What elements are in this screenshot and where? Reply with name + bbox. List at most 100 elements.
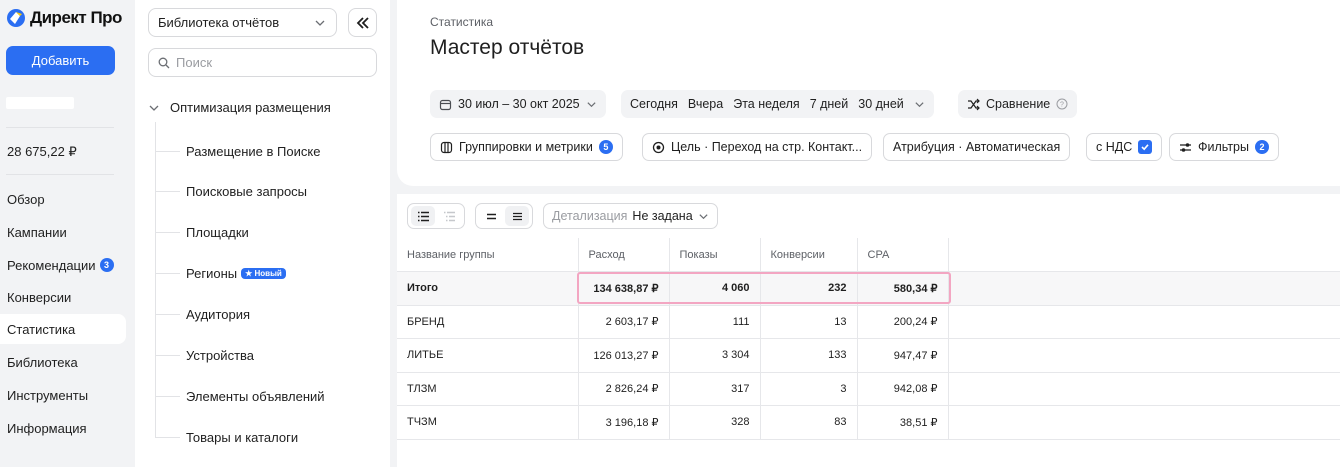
report-item-audience[interactable]: Аудитория — [155, 304, 250, 324]
period-this-week[interactable]: Эта неделя — [733, 97, 799, 111]
filters-button[interactable]: Фильтры 2 — [1169, 133, 1279, 161]
cell-cpa: 200,24 ₽ — [857, 305, 949, 339]
cell-group-name[interactable]: БРЕНД — [397, 305, 579, 339]
report-item-placements[interactable]: Площадки — [155, 222, 249, 242]
nav-item-conversions[interactable]: Конверсии — [0, 282, 126, 312]
chevron-down-icon — [699, 213, 708, 219]
column-header-conversions[interactable]: Конверсии — [760, 238, 858, 272]
collapse-panel-button[interactable] — [348, 8, 377, 37]
view-list-button[interactable] — [411, 206, 435, 226]
period-7-days[interactable]: 7 дней — [810, 97, 849, 111]
compare-button[interactable]: Сравнение ? — [958, 90, 1078, 118]
recommendations-count-badge: 3 — [99, 258, 114, 272]
column-header-cpa[interactable]: CPA — [857, 238, 949, 272]
account-balance[interactable]: 28 675,22 ₽ — [7, 144, 77, 160]
compare-label: Сравнение — [986, 97, 1051, 111]
chevron-down-icon — [315, 20, 325, 26]
view-tree-button[interactable] — [437, 206, 461, 226]
filters-label: Фильтры — [1198, 140, 1249, 154]
date-range-picker[interactable]: 30 июл – 30 окт 2025 — [430, 90, 606, 118]
nav-item-campaigns[interactable]: Кампании — [0, 217, 126, 247]
table-header-row: Название группы Расход Показы Конверсии … — [397, 238, 1340, 272]
tree-group-placement-optimization[interactable]: Оптимизация размещения — [148, 100, 331, 115]
cell-cpa: 947,47 ₽ — [857, 338, 949, 373]
report-library-panel: Библиотека отчётов Поиск Оптимизация раз… — [135, 0, 390, 467]
column-header-group-name[interactable]: Название группы — [397, 238, 579, 272]
cell-group-name[interactable]: ТЛЗМ — [397, 372, 579, 406]
search-placeholder: Поиск — [176, 55, 213, 70]
report-item-label: Устройства — [186, 347, 255, 363]
columns-icon — [440, 141, 453, 153]
report-item-regions[interactable]: Регионы ★ Новый — [155, 263, 286, 283]
svg-text:?: ? — [1060, 102, 1064, 109]
density-compact-button[interactable] — [505, 206, 529, 226]
new-badge: ★ Новый — [241, 267, 286, 279]
library-search-input[interactable]: Поиск — [148, 48, 377, 77]
report-item-search-queries[interactable]: Поисковые запросы — [155, 181, 307, 201]
report-item-devices[interactable]: Устройства — [155, 345, 254, 365]
period-presets: Сегодня Вчера Эта неделя 7 дней 30 дней — [621, 90, 934, 118]
account-name-masked — [6, 97, 74, 109]
report-item-search-placement[interactable]: Размещение в Поиске — [155, 141, 320, 161]
app-logo[interactable]: Директ Про — [6, 8, 122, 28]
report-item-label: Размещение в Поиске — [186, 143, 321, 159]
detalization-selector[interactable]: Детализация Не задана — [543, 203, 718, 229]
nav-item-recommendations[interactable]: Рекомендации 3 — [0, 250, 126, 280]
cell-cost: 134 638,87 ₽ — [578, 271, 670, 306]
column-header-cost[interactable]: Расход — [578, 238, 670, 272]
period-today[interactable]: Сегодня — [630, 97, 678, 111]
groupings-metrics-button[interactable]: Группировки и метрики 5 — [430, 133, 623, 161]
density-normal-button[interactable] — [479, 206, 503, 226]
add-button[interactable]: Добавить — [6, 46, 115, 75]
report-item-ad-elements[interactable]: Элементы объявлений — [155, 386, 325, 406]
breadcrumb[interactable]: Статистика — [430, 15, 493, 29]
cell-group-name[interactable]: ТЧЗМ — [397, 405, 579, 440]
cell-conversions: 232 — [760, 271, 858, 306]
chevron-down-icon — [587, 101, 596, 107]
row-density-toggle — [475, 203, 533, 229]
library-select[interactable]: Библиотека отчётов — [148, 8, 337, 37]
report-table-card: Детализация Не задана Название группы Ра… — [397, 194, 1340, 467]
table-row: БРЕНД 2 603,17 ₽ 111 13 200,24 ₽ — [397, 305, 1340, 339]
nav-item-label: Рекомендации — [7, 257, 96, 273]
period-yesterday[interactable]: Вчера — [688, 97, 723, 111]
nav-item-label: Инструменты — [7, 387, 89, 403]
report-item-products[interactable]: Товары и каталоги — [155, 427, 298, 447]
vat-toggle[interactable]: с НДС — [1086, 133, 1163, 161]
view-mode-toggle — [407, 203, 465, 229]
calendar-icon — [439, 99, 452, 110]
cell-cpa: 38,51 ₽ — [857, 405, 949, 440]
report-item-label: Товары и каталоги — [186, 429, 299, 445]
filters-count-badge: 2 — [1254, 140, 1269, 154]
attribution-selector[interactable]: Атрибуция · Автоматическая — [883, 133, 1071, 161]
nav-item-overview[interactable]: Обзор — [0, 184, 126, 214]
nav-item-label: Кампании — [7, 224, 67, 240]
tree-list-icon — [443, 211, 455, 221]
vat-checkbox[interactable] — [1138, 140, 1153, 154]
cell-cost: 2 603,17 ₽ — [578, 305, 670, 339]
report-header: Статистика Мастер отчётов 30 июл – 30 ок… — [397, 0, 1340, 186]
cell-conversions: 3 — [760, 372, 858, 406]
chevron-down-icon[interactable] — [914, 99, 925, 110]
column-header-impressions[interactable]: Показы — [669, 238, 761, 272]
left-nav: Директ Про Добавить 28 675,22 ₽ Обзор Ка… — [0, 0, 126, 467]
nav-item-label: Информация — [7, 420, 87, 436]
double-chevron-left-icon — [356, 16, 369, 29]
nav-item-info[interactable]: Информация — [0, 413, 126, 443]
cell-conversions: 133 — [760, 338, 858, 373]
goal-selector[interactable]: Цель · Переход на стр. Контакт... — [642, 133, 873, 161]
groupings-count-badge: 5 — [598, 140, 613, 154]
nav-item-statistics[interactable]: Статистика — [0, 314, 126, 344]
shuffle-icon — [968, 98, 980, 110]
nav-item-tools[interactable]: Инструменты — [0, 380, 126, 410]
cell-group-name[interactable]: ЛИТЬЕ — [397, 338, 579, 373]
table-row: ТЛЗМ 2 826,24 ₽ 317 3 942,08 ₽ — [397, 372, 1340, 406]
nav-item-label: Статистика — [7, 321, 76, 337]
nav-item-library[interactable]: Библиотека — [0, 347, 126, 377]
list-icon — [417, 211, 429, 221]
help-icon: ? — [1056, 98, 1068, 110]
table-row: ТЧЗМ 3 196,18 ₽ 328 83 38,51 ₽ — [397, 405, 1340, 440]
cell-impressions: 4 060 — [669, 271, 761, 306]
period-30-days[interactable]: 30 дней — [858, 97, 904, 111]
divider — [6, 127, 114, 128]
